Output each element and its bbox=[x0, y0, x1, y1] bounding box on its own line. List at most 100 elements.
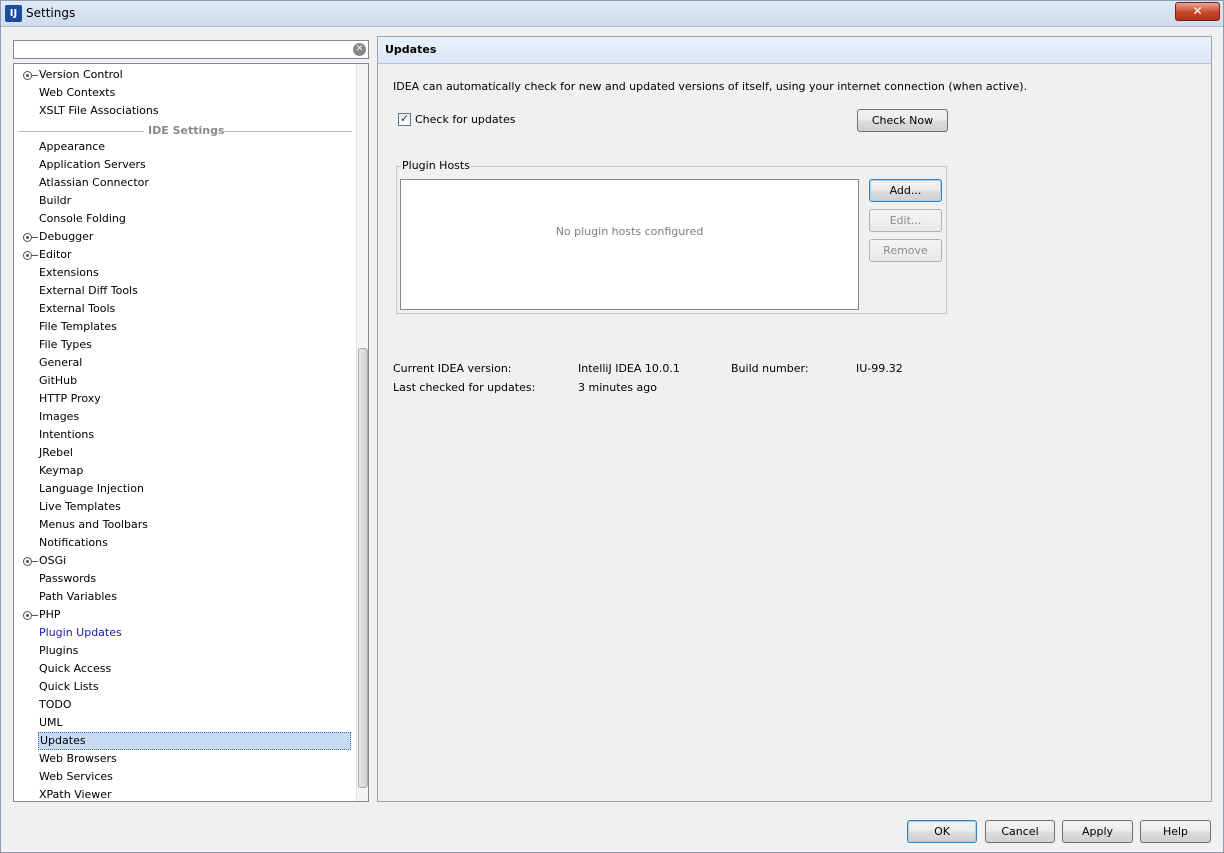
tree-item-version-control[interactable]: Version Control bbox=[14, 66, 354, 84]
expand-toggle-icon[interactable] bbox=[23, 71, 38, 80]
expand-toggle-icon[interactable] bbox=[23, 233, 38, 242]
ide-settings-group-label: IDE Settings bbox=[148, 124, 225, 137]
tree-item-uml[interactable]: UML bbox=[14, 714, 354, 732]
tree-item-http-proxy[interactable]: HTTP Proxy bbox=[14, 390, 354, 408]
remove-host-button[interactable]: Remove bbox=[869, 239, 942, 262]
plugin-hosts-label: Plugin Hosts bbox=[401, 159, 471, 172]
tree-item-quick-access[interactable]: Quick Access bbox=[14, 660, 354, 678]
tree-item-label: Updates bbox=[38, 732, 351, 750]
updates-description: IDEA can automatically check for new and… bbox=[393, 80, 1028, 93]
tree-item-label: OSGi bbox=[39, 554, 67, 567]
tree-item-live-templates[interactable]: Live Templates bbox=[14, 498, 354, 516]
tree-item-console-folding[interactable]: Console Folding bbox=[14, 210, 354, 228]
tree-item-label: Web Services bbox=[39, 770, 113, 783]
tree-item-label: Live Templates bbox=[39, 500, 121, 513]
tree-item-file-types[interactable]: File Types bbox=[14, 336, 354, 354]
tree-item-todo[interactable]: TODO bbox=[14, 696, 354, 714]
current-version-label: Current IDEA version: bbox=[393, 362, 512, 375]
tree-item-path-variables[interactable]: Path Variables bbox=[14, 588, 354, 606]
tree-item-osgi[interactable]: OSGi bbox=[14, 552, 354, 570]
panel-title: Updates bbox=[385, 43, 437, 56]
tree-item-intentions[interactable]: Intentions bbox=[14, 426, 354, 444]
tree-item-label: Quick Lists bbox=[39, 680, 99, 693]
tree-item-label: Web Contexts bbox=[39, 86, 116, 99]
tree-item-file-templates[interactable]: File Templates bbox=[14, 318, 354, 336]
expand-toggle-icon[interactable] bbox=[23, 611, 38, 620]
tree-item-label: Atlassian Connector bbox=[39, 176, 149, 189]
ide-settings-separator: IDE Settings bbox=[18, 122, 352, 140]
tree-item-general[interactable]: General bbox=[14, 354, 354, 372]
tree-item-label: JRebel bbox=[39, 446, 73, 459]
tree-item-label: Language Injection bbox=[39, 482, 144, 495]
tree-item-debugger[interactable]: Debugger bbox=[14, 228, 354, 246]
tree-item-label: File Templates bbox=[39, 320, 117, 333]
tree-item-xslt-file-associations[interactable]: XSLT File Associations bbox=[14, 102, 354, 120]
last-checked-label: Last checked for updates: bbox=[393, 381, 536, 394]
tree-item-label: TODO bbox=[39, 698, 72, 711]
tree-item-label: File Types bbox=[39, 338, 92, 351]
tree-item-label: Buildr bbox=[39, 194, 72, 207]
tree-item-label: Console Folding bbox=[39, 212, 126, 225]
tree-scrollbar-thumb[interactable] bbox=[358, 348, 368, 788]
tree-item-atlassian-connector[interactable]: Atlassian Connector bbox=[14, 174, 354, 192]
close-window-button[interactable]: ✕ bbox=[1175, 2, 1220, 21]
apply-button[interactable]: Apply bbox=[1062, 820, 1133, 843]
tree-item-passwords[interactable]: Passwords bbox=[14, 570, 354, 588]
tree-item-external-diff-tools[interactable]: External Diff Tools bbox=[14, 282, 354, 300]
help-button[interactable]: Help bbox=[1140, 820, 1211, 843]
tree-item-label: Notifications bbox=[39, 536, 108, 549]
tree-item-buildr[interactable]: Buildr bbox=[14, 192, 354, 210]
tree-item-xpath-viewer[interactable]: XPath Viewer bbox=[14, 786, 354, 801]
cancel-button[interactable]: Cancel bbox=[985, 820, 1055, 843]
tree-item-label: Path Variables bbox=[39, 590, 117, 603]
separator-line-left bbox=[18, 131, 144, 132]
tree-item-appearance[interactable]: Appearance bbox=[14, 138, 354, 156]
tree-item-images[interactable]: Images bbox=[14, 408, 354, 426]
tree-item-web-contexts[interactable]: Web Contexts bbox=[14, 84, 354, 102]
edit-host-button[interactable]: Edit... bbox=[869, 209, 942, 232]
check-for-updates-label[interactable]: Check for updates bbox=[415, 113, 515, 126]
tree-item-web-browsers[interactable]: Web Browsers bbox=[14, 750, 354, 768]
plugin-hosts-list[interactable]: No plugin hosts configured bbox=[400, 179, 859, 310]
build-number-label: Build number: bbox=[731, 362, 809, 375]
tree-item-jrebel[interactable]: JRebel bbox=[14, 444, 354, 462]
tree-item-label: Plugin Updates bbox=[39, 626, 122, 639]
tree-item-label: Version Control bbox=[39, 68, 123, 81]
tree-item-label: Quick Access bbox=[39, 662, 112, 675]
panel-header: Updates bbox=[378, 37, 1211, 64]
check-for-updates-checkbox[interactable] bbox=[398, 112, 411, 126]
tree-item-label: XSLT File Associations bbox=[39, 104, 159, 117]
tree-item-external-tools[interactable]: External Tools bbox=[14, 300, 354, 318]
tree-scrollbar[interactable] bbox=[356, 64, 368, 801]
build-number-value: IU-99.32 bbox=[856, 362, 903, 375]
last-checked-value: 3 minutes ago bbox=[578, 381, 657, 394]
clear-search-icon[interactable]: ✕ bbox=[353, 43, 366, 56]
tree-item-web-services[interactable]: Web Services bbox=[14, 768, 354, 786]
tree-item-label: Application Servers bbox=[39, 158, 146, 171]
tree-item-label: GitHub bbox=[39, 374, 78, 387]
expand-toggle-icon[interactable] bbox=[23, 251, 38, 260]
check-now-button[interactable]: Check Now bbox=[857, 109, 948, 132]
tree-item-label: General bbox=[39, 356, 83, 369]
tree-item-language-injection[interactable]: Language Injection bbox=[14, 480, 354, 498]
window-title: Settings bbox=[26, 6, 76, 20]
tree-item-editor[interactable]: Editor bbox=[14, 246, 354, 264]
tree-item-label: Intentions bbox=[39, 428, 95, 441]
tree-item-quick-lists[interactable]: Quick Lists bbox=[14, 678, 354, 696]
tree-item-updates[interactable]: Updates bbox=[14, 732, 354, 750]
tree-item-plugins[interactable]: Plugins bbox=[14, 642, 354, 660]
tree-item-notifications[interactable]: Notifications bbox=[14, 534, 354, 552]
settings-search-box: ✕ bbox=[13, 40, 369, 59]
settings-search-input[interactable] bbox=[14, 41, 350, 58]
ok-button[interactable]: OK bbox=[907, 820, 977, 843]
add-host-button[interactable]: Add... bbox=[869, 179, 942, 202]
tree-item-extensions[interactable]: Extensions bbox=[14, 264, 354, 282]
settings-tree: Version Control Web Contexts XSLT File Ass… bbox=[13, 63, 369, 802]
expand-toggle-icon[interactable] bbox=[23, 557, 38, 566]
tree-item-keymap[interactable]: Keymap bbox=[14, 462, 354, 480]
tree-item-application-servers[interactable]: Application Servers bbox=[14, 156, 354, 174]
tree-item-plugin-updates[interactable]: Plugin Updates bbox=[14, 624, 354, 642]
tree-item-php[interactable]: PHP bbox=[14, 606, 354, 624]
tree-item-github[interactable]: GitHub bbox=[14, 372, 354, 390]
tree-item-menus-and-toolbars[interactable]: Menus and Toolbars bbox=[14, 516, 354, 534]
